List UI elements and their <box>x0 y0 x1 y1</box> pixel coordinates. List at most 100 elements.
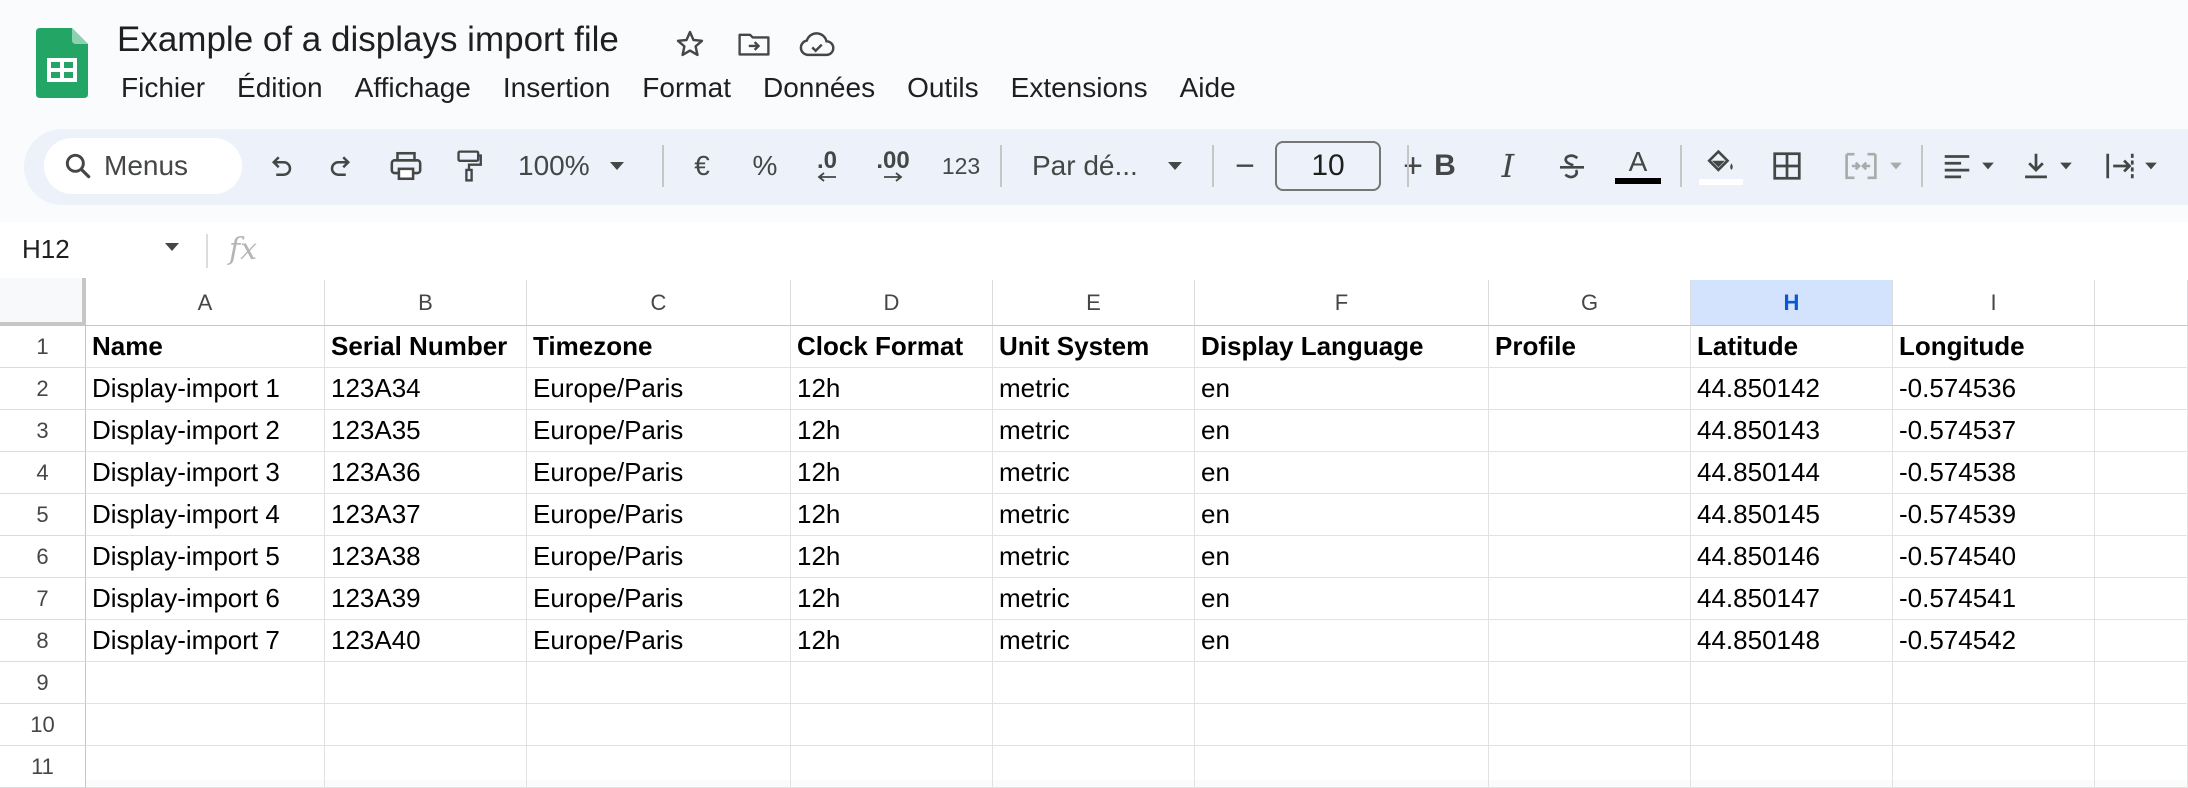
cell-b11[interactable] <box>325 746 527 788</box>
cell-g2[interactable] <box>1489 368 1691 410</box>
cell-extra2[interactable] <box>2095 368 2188 410</box>
menu-aide[interactable]: Aide <box>1164 72 1252 104</box>
menu-donnees[interactable]: Données <box>747 72 891 104</box>
cell-e11[interactable] <box>993 746 1195 788</box>
row-header-4[interactable]: 4 <box>0 452 86 494</box>
italic-icon[interactable]: I <box>1488 138 1528 194</box>
cell-e3[interactable]: metric <box>993 410 1195 452</box>
increase-decimals-button[interactable]: .00 <box>868 138 918 194</box>
text-wrap-icon[interactable] <box>2098 138 2166 194</box>
cell-b7[interactable]: 123A39 <box>325 578 527 620</box>
cell-f6[interactable]: en <box>1195 536 1489 578</box>
cell-b8[interactable]: 123A40 <box>325 620 527 662</box>
cell-d4[interactable]: 12h <box>791 452 993 494</box>
cell-f10[interactable] <box>1195 704 1489 746</box>
cell-h7[interactable]: 44.850147 <box>1691 578 1893 620</box>
decrease-decimals-button[interactable]: .0 <box>803 138 851 194</box>
cell-h5[interactable]: 44.850145 <box>1691 494 1893 536</box>
row-header-11[interactable]: 11 <box>0 746 86 788</box>
cell-h1[interactable]: Latitude <box>1691 326 1893 368</box>
percent-format-button[interactable]: % <box>745 138 785 194</box>
cell-c11[interactable] <box>527 746 791 788</box>
cell-extra10[interactable] <box>2095 704 2188 746</box>
row-header-8[interactable]: 8 <box>0 620 86 662</box>
star-icon[interactable] <box>670 24 710 64</box>
cell-i11[interactable] <box>1893 746 2095 788</box>
menu-edition[interactable]: Édition <box>221 72 339 104</box>
cell-h11[interactable] <box>1691 746 1893 788</box>
cell-g4[interactable] <box>1489 452 1691 494</box>
cell-e1[interactable]: Unit System <box>993 326 1195 368</box>
menu-affichage[interactable]: Affichage <box>339 72 487 104</box>
column-header-extra[interactable] <box>2095 280 2188 326</box>
cell-a7[interactable]: Display-import 6 <box>86 578 325 620</box>
cell-a8[interactable]: Display-import 7 <box>86 620 325 662</box>
cell-g6[interactable] <box>1489 536 1691 578</box>
cell-h3[interactable]: 44.850143 <box>1691 410 1893 452</box>
cell-i3[interactable]: -0.574537 <box>1893 410 2095 452</box>
cell-e4[interactable]: metric <box>993 452 1195 494</box>
menu-fichier[interactable]: Fichier <box>105 72 221 104</box>
row-header-6[interactable]: 6 <box>0 536 86 578</box>
cell-c1[interactable]: Timezone <box>527 326 791 368</box>
paint-format-icon[interactable] <box>449 138 489 194</box>
cell-g8[interactable] <box>1489 620 1691 662</box>
cell-f7[interactable]: en <box>1195 578 1489 620</box>
cell-i7[interactable]: -0.574541 <box>1893 578 2095 620</box>
cell-b5[interactable]: 123A37 <box>325 494 527 536</box>
cloud-saved-icon[interactable] <box>797 24 837 64</box>
cell-d1[interactable]: Clock Format <box>791 326 993 368</box>
cell-d7[interactable]: 12h <box>791 578 993 620</box>
cell-a11[interactable] <box>86 746 325 788</box>
cell-extra7[interactable] <box>2095 578 2188 620</box>
column-header-a[interactable]: A <box>86 280 325 326</box>
cell-h6[interactable]: 44.850146 <box>1691 536 1893 578</box>
cell-h8[interactable]: 44.850148 <box>1691 620 1893 662</box>
cell-d5[interactable]: 12h <box>791 494 993 536</box>
cell-extra11[interactable] <box>2095 746 2188 788</box>
cell-g10[interactable] <box>1489 704 1691 746</box>
row-header-2[interactable]: 2 <box>0 368 86 410</box>
cell-h2[interactable]: 44.850142 <box>1691 368 1893 410</box>
cell-f5[interactable]: en <box>1195 494 1489 536</box>
cell-d11[interactable] <box>791 746 993 788</box>
row-header-7[interactable]: 7 <box>0 578 86 620</box>
document-title[interactable]: Example of a displays import file <box>117 20 619 60</box>
formula-input[interactable] <box>280 230 2160 270</box>
cell-c3[interactable]: Europe/Paris <box>527 410 791 452</box>
cell-b6[interactable]: 123A38 <box>325 536 527 578</box>
cell-d2[interactable]: 12h <box>791 368 993 410</box>
cell-d10[interactable] <box>791 704 993 746</box>
cell-f2[interactable]: en <box>1195 368 1489 410</box>
cell-i6[interactable]: -0.574540 <box>1893 536 2095 578</box>
cell-a2[interactable]: Display-import 1 <box>86 368 325 410</box>
cell-extra5[interactable] <box>2095 494 2188 536</box>
cell-c9[interactable] <box>527 662 791 704</box>
borders-icon[interactable] <box>1767 138 1807 194</box>
google-sheets-logo-icon[interactable] <box>36 28 88 98</box>
cell-h9[interactable] <box>1691 662 1893 704</box>
cell-c10[interactable] <box>527 704 791 746</box>
cell-i10[interactable] <box>1893 704 2095 746</box>
cell-a4[interactable]: Display-import 3 <box>86 452 325 494</box>
cell-e8[interactable]: metric <box>993 620 1195 662</box>
column-header-f[interactable]: F <box>1195 280 1489 326</box>
decrease-font-size-button[interactable]: − <box>1225 138 1265 194</box>
number-format-button[interactable]: 123 <box>936 138 986 194</box>
column-header-d[interactable]: D <box>791 280 993 326</box>
cell-a6[interactable]: Display-import 5 <box>86 536 325 578</box>
search-menus-button[interactable]: Menus <box>44 138 242 194</box>
undo-icon[interactable] <box>260 138 300 194</box>
select-all-corner[interactable] <box>0 278 86 326</box>
cell-d6[interactable]: 12h <box>791 536 993 578</box>
cell-g5[interactable] <box>1489 494 1691 536</box>
cell-i8[interactable]: -0.574542 <box>1893 620 2095 662</box>
zoom-select[interactable]: 100% <box>510 138 645 194</box>
cell-a10[interactable] <box>86 704 325 746</box>
cell-c7[interactable]: Europe/Paris <box>527 578 791 620</box>
cell-b2[interactable]: 123A34 <box>325 368 527 410</box>
cell-a5[interactable]: Display-import 4 <box>86 494 325 536</box>
cell-extra6[interactable] <box>2095 536 2188 578</box>
menu-outils[interactable]: Outils <box>891 72 995 104</box>
cell-a3[interactable]: Display-import 2 <box>86 410 325 452</box>
